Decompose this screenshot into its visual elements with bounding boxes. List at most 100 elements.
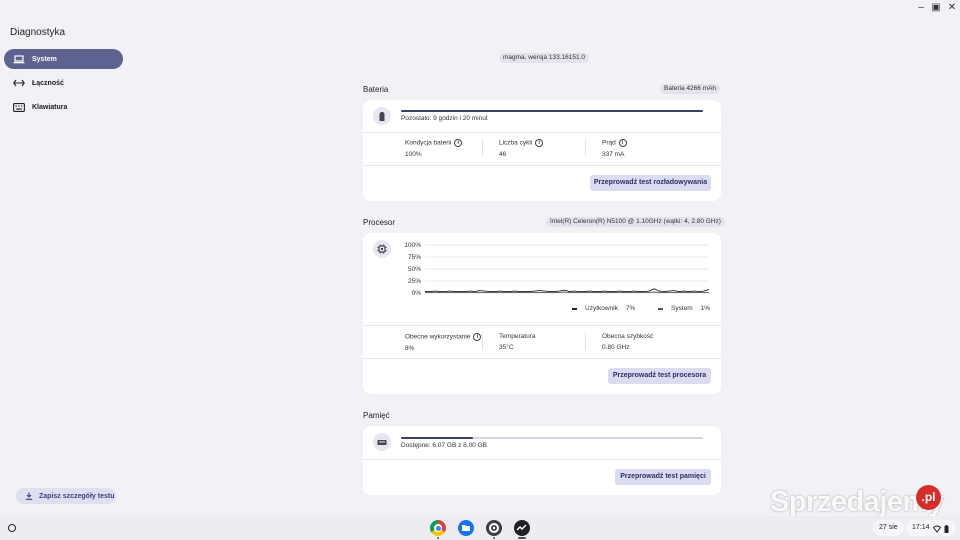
run-discharge-test-button[interactable]: Przeprowadź test rozładowywania: [590, 175, 711, 191]
clock-text: 17:14: [912, 524, 930, 531]
memory-section-title: Pamięć: [363, 411, 390, 420]
battery-remaining-text: Pozostało: 9 godzin i 20 minut: [401, 115, 488, 122]
stat-value: 35°C: [499, 344, 514, 351]
stat-label: Obecne wykorzystanie: [405, 333, 471, 341]
info-icon[interactable]: i: [618, 139, 627, 147]
legend-label: Użytkownik: [585, 305, 618, 312]
maximize-button[interactable]: ▣: [929, 2, 943, 14]
run-cpu-test-button[interactable]: Przeprowadź test procesora: [608, 368, 711, 384]
divider: [363, 325, 721, 326]
cpu-card: 100% 75% 50% 25% 0% Użytkownik 7% System 1% …: [363, 233, 721, 394]
battery-level-bar: [401, 110, 703, 112]
battery-status-icon: [944, 524, 949, 540]
keyboard-icon: [13, 102, 25, 112]
divider: [482, 333, 483, 350]
download-icon: [25, 492, 33, 500]
stat-label: Temperatura: [499, 333, 536, 340]
sidebar-item-system[interactable]: System: [4, 49, 123, 69]
app-title: Diagnostyka: [10, 27, 66, 38]
sidebar-item-keyboard[interactable]: Klawiatura: [4, 97, 123, 117]
shelf: 27 sie 17:14: [0, 516, 960, 540]
legend-swatch: [572, 307, 577, 310]
battery-cycles-stat: Liczba cykli i 46: [499, 139, 544, 158]
diagnostics-icon[interactable]: [514, 520, 530, 536]
wifi-icon: [932, 524, 942, 540]
legend-value: 7%: [625, 305, 636, 312]
memory-card: Dostępne: 6.07 GB z 8.00 GB Przeprowadź …: [363, 426, 721, 495]
series-line-0: [425, 288, 710, 293]
chip-icon: [373, 240, 391, 258]
memory-usage-fill: [401, 437, 474, 439]
info-icon[interactable]: i: [454, 139, 463, 147]
running-indicator: [437, 537, 439, 539]
series-line-1: [425, 291, 709, 293]
legend-user: Użytkownik 7%: [572, 305, 635, 312]
status-tray[interactable]: 17:14: [906, 520, 956, 536]
stat-value: 0.80 GHz: [602, 344, 630, 351]
battery-section-title: Bateria: [363, 85, 389, 94]
save-test-details-button[interactable]: Zapisz szczegóły testu: [16, 488, 116, 504]
battery-level-fill: [401, 110, 703, 112]
files-icon[interactable]: [458, 520, 474, 536]
stat-label: Obecna szybkość: [602, 333, 654, 340]
cpu-section-title: Procesor: [363, 218, 396, 227]
stat-value: 8%: [405, 345, 415, 352]
date-tray[interactable]: 27 sie: [873, 520, 904, 536]
memory-usage-bar: [401, 437, 703, 439]
divider: [363, 165, 721, 166]
battery-card: Pozostało: 9 godzin i 20 minut Kondycja …: [363, 100, 721, 201]
version-badge: magma, wersja 133.16151.0: [499, 53, 590, 63]
arrows-icon: [13, 78, 25, 88]
cpu-usage-stat: Obecne wykorzystanie i 8%: [405, 333, 482, 352]
cpu-model-badge: Intel(R) Celeron(R) N5100 @ 1.10GHz (wąt…: [546, 217, 725, 227]
active-indicator: [518, 537, 526, 539]
stat-value: 337 mA: [602, 151, 625, 158]
memory-available-text: Dostępne: 6.07 GB z 8.00 GB: [401, 442, 487, 449]
settings-icon[interactable]: [486, 520, 502, 536]
divider: [363, 358, 721, 359]
sidebar-item-label: Łączność: [32, 79, 64, 87]
cpu-usage-chart: 100% 75% 50% 25% 0%: [404, 242, 710, 297]
y-tick-label: 75%: [408, 254, 421, 261]
battery-current-stat: Prąd i 337 mA: [602, 139, 627, 158]
stat-label: Liczba cykli: [499, 139, 533, 147]
cpu-speed-stat: Obecna szybkość 0.80 GHz: [602, 333, 653, 351]
stat-value: 46: [499, 151, 507, 158]
sidebar-item-label: System: [32, 55, 57, 63]
battery-icon: [373, 107, 391, 125]
divider: [482, 139, 483, 156]
divider: [363, 459, 721, 460]
y-tick-label: 25%: [408, 278, 421, 285]
title-bar: – ▣ ✕: [0, 0, 960, 16]
sidebar-item-connectivity[interactable]: Łączność: [4, 73, 123, 93]
y-tick-label: 0%: [412, 290, 422, 297]
cpu-temperature-stat: Temperatura 35°C: [499, 333, 536, 351]
watermark-badge: .pl: [916, 485, 941, 510]
divider: [585, 333, 586, 350]
stat-label: Kondycja baterii: [405, 139, 452, 147]
info-icon[interactable]: i: [473, 333, 482, 341]
divider: [363, 132, 721, 133]
laptop-icon: [13, 54, 25, 64]
info-icon[interactable]: i: [535, 139, 544, 147]
battery-health-stat: Kondycja baterii i 100%: [405, 139, 463, 158]
y-tick-label: 50%: [408, 266, 421, 273]
minimize-button[interactable]: –: [914, 2, 928, 14]
legend-label: System: [671, 305, 693, 312]
stat-label: Prąd: [602, 139, 616, 147]
legend-value: 1%: [700, 305, 711, 312]
legend-swatch: [658, 307, 663, 310]
battery-capacity-badge: Bateria 4266 mAh: [660, 84, 721, 94]
stat-value: 100%: [405, 151, 422, 158]
run-memory-test-button[interactable]: Przeprowadź test pamięci: [615, 469, 711, 485]
sidebar-item-label: Klawiatura: [32, 103, 68, 111]
launcher-icon[interactable]: [8, 524, 16, 532]
running-indicator: [493, 537, 495, 539]
chrome-icon[interactable]: [430, 520, 446, 536]
legend-system: System 1%: [658, 305, 710, 312]
close-button[interactable]: ✕: [945, 2, 959, 14]
divider: [585, 139, 586, 156]
memory-icon: [373, 433, 391, 451]
save-button-label: Zapisz szczegóły testu: [39, 492, 115, 500]
y-tick-label: 100%: [404, 242, 421, 249]
